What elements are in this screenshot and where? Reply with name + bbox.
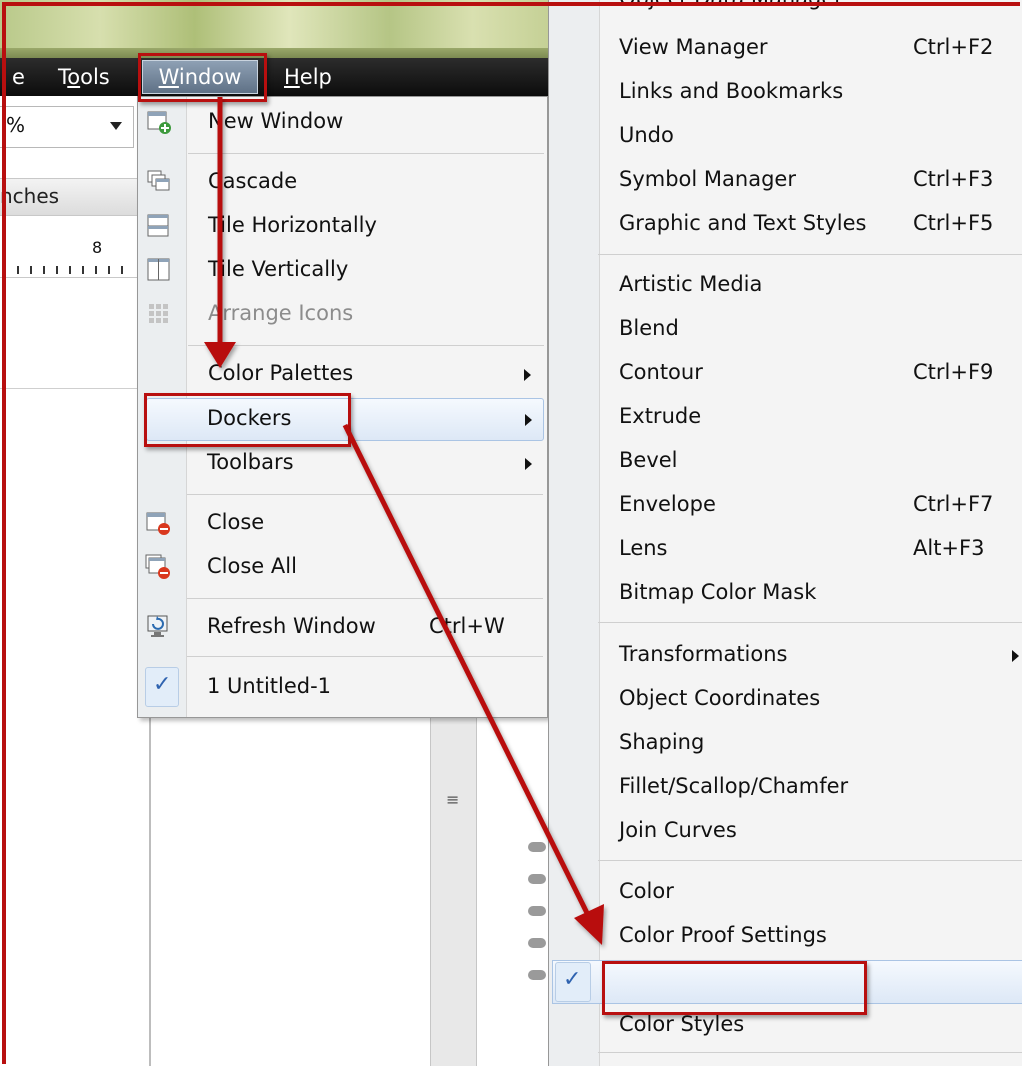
arrow-head <box>204 342 236 368</box>
arrow-head <box>574 904 604 945</box>
arrow-dockers-to-color-palette-manager <box>342 423 591 917</box>
annotation-arrows <box>204 97 604 945</box>
